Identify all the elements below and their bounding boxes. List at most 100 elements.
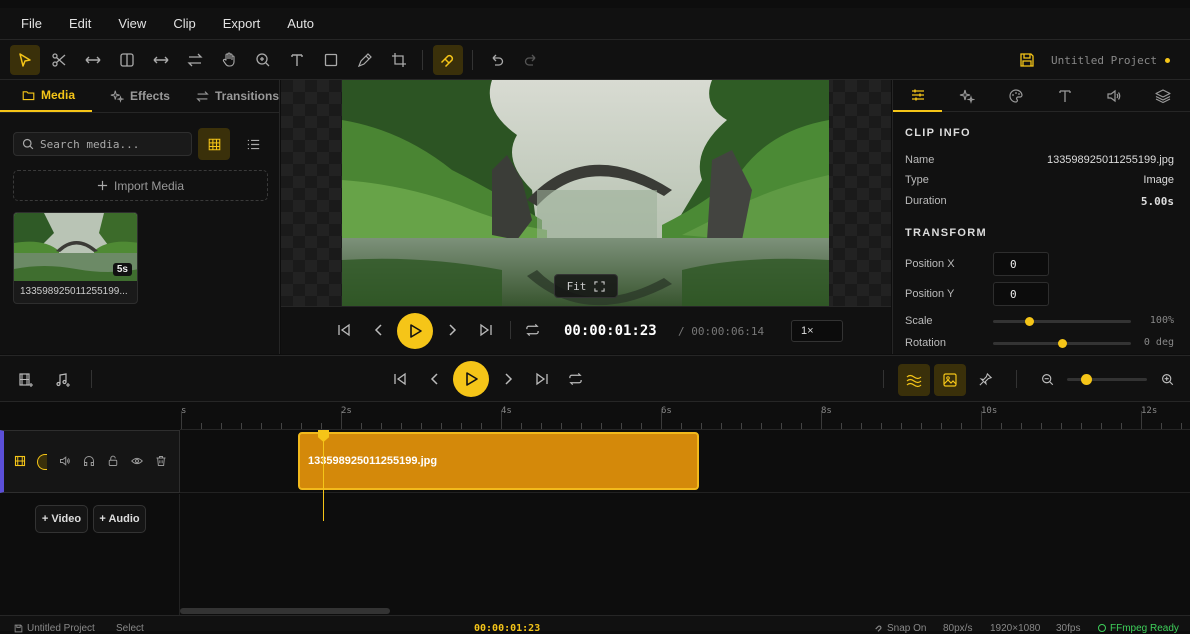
prev-frame-button[interactable] <box>372 323 386 337</box>
menu-auto[interactable]: Auto <box>287 16 314 31</box>
rotation-label: Rotation <box>905 337 946 349</box>
add-audio-button[interactable]: + Audio <box>93 505 146 533</box>
list-view-button[interactable] <box>237 128 269 160</box>
timeline-toolbar <box>0 355 1190 402</box>
slip-tool[interactable] <box>146 45 176 75</box>
magnet-tool[interactable] <box>433 45 463 75</box>
rotation-value: 0 deg <box>1143 337 1174 348</box>
position-y-input[interactable]: 0 <box>993 282 1049 306</box>
pen-tool[interactable] <box>350 45 380 75</box>
timeline-zoom-slider[interactable] <box>1067 374 1147 385</box>
speed-select[interactable]: 1× <box>791 320 843 342</box>
track-color-swatch[interactable] <box>37 454 47 470</box>
ruler-tick <box>1161 423 1162 429</box>
position-x-input[interactable]: 0 <box>993 252 1049 276</box>
thumbnails-toggle[interactable] <box>934 364 966 396</box>
swap-tool[interactable] <box>180 45 210 75</box>
timeline-ruler[interactable]: s 2s 4s 6s 8s 10s 12s <box>180 402 1190 430</box>
tab-layers[interactable] <box>1138 80 1187 112</box>
track-delete-button[interactable] <box>155 455 167 467</box>
ruler-tick <box>561 423 562 429</box>
track-volume-button[interactable] <box>59 455 71 467</box>
timeline-skip-end-button[interactable] <box>535 372 549 386</box>
timeline-clip[interactable]: 133598925011255199.jpg <box>298 432 699 490</box>
arrows-horizontal-icon <box>153 56 169 64</box>
redo-button[interactable] <box>516 45 546 75</box>
ruler-tick <box>281 423 282 429</box>
zoom-in-button[interactable] <box>1161 373 1174 386</box>
eye-icon <box>131 457 143 465</box>
timeline-zoom-handle[interactable] <box>1080 374 1092 385</box>
status-zoom: 80px/s <box>943 623 973 634</box>
preview-canvas[interactable]: Fit <box>281 80 891 306</box>
tab-media[interactable]: Media <box>0 80 92 112</box>
cut-tool[interactable] <box>44 45 74 75</box>
crop-tool[interactable] <box>384 45 414 75</box>
media-panel-tabs: Media Effects Transitions <box>0 80 279 113</box>
media-item[interactable]: 5s 133598925011255199... <box>13 212 138 304</box>
scale-slider-handle[interactable] <box>1025 317 1035 326</box>
text-tool[interactable] <box>282 45 312 75</box>
tab-adjust[interactable] <box>893 80 942 112</box>
undo-button[interactable] <box>482 45 512 75</box>
add-video-track-button[interactable] <box>18 372 34 388</box>
rotation-slider[interactable] <box>993 339 1131 348</box>
grid-icon <box>208 138 220 150</box>
hand-tool[interactable] <box>214 45 244 75</box>
redo-icon <box>524 54 536 66</box>
timeline-next-frame-button[interactable] <box>501 372 515 386</box>
image-icon <box>943 373 957 387</box>
track-lock-button[interactable] <box>107 455 119 467</box>
marker-button[interactable] <box>978 372 993 387</box>
add-video-button[interactable]: + Video <box>35 505 88 533</box>
loop-button[interactable] <box>525 323 540 337</box>
menu-bar: File Edit View Clip Export Auto <box>0 8 1190 40</box>
menu-view[interactable]: View <box>118 16 146 31</box>
import-media-button[interactable]: Import Media <box>13 170 268 201</box>
tab-transitions[interactable]: Transitions <box>170 80 279 112</box>
tab-effects[interactable]: Effects <box>92 80 170 112</box>
timeline-loop-button[interactable] <box>568 372 583 386</box>
grid-view-button[interactable] <box>198 128 230 160</box>
play-button[interactable] <box>397 313 433 349</box>
video-track[interactable]: 133598925011255199.jpg <box>180 430 1190 493</box>
timeline-skip-start-button[interactable] <box>393 372 407 386</box>
track-visibility-button[interactable] <box>131 455 143 467</box>
rotation-slider-handle[interactable] <box>1057 339 1067 348</box>
shape-tool[interactable] <box>316 45 346 75</box>
menu-edit[interactable]: Edit <box>69 16 91 31</box>
ruler-label: 10s <box>981 406 998 416</box>
ruler-tick <box>881 423 882 429</box>
timeline-play-button[interactable] <box>453 361 489 397</box>
next-frame-button[interactable] <box>445 323 459 337</box>
tab-transitions-label: Transitions <box>214 89 279 103</box>
menu-file[interactable]: File <box>21 16 42 31</box>
timeline-prev-frame-button[interactable] <box>428 372 442 386</box>
zoom-in-icon <box>1162 374 1174 386</box>
add-audio-track-button[interactable] <box>55 372 71 388</box>
playhead[interactable] <box>323 430 324 521</box>
menu-export[interactable]: Export <box>223 16 261 31</box>
waveform-toggle[interactable] <box>898 364 930 396</box>
trim-tool[interactable] <box>78 45 108 75</box>
timeline-horizontal-scrollbar[interactable] <box>180 608 390 614</box>
fit-button[interactable]: Fit <box>554 274 618 298</box>
zoom-out-button[interactable] <box>1041 373 1054 386</box>
tab-audio[interactable] <box>1089 80 1138 112</box>
menu-clip[interactable]: Clip <box>173 16 195 31</box>
search-input[interactable] <box>40 137 180 151</box>
zoom-tool[interactable] <box>248 45 278 75</box>
split-tool[interactable] <box>112 45 142 75</box>
select-tool[interactable] <box>10 45 40 75</box>
tab-text[interactable] <box>1040 80 1089 112</box>
skip-start-button[interactable] <box>337 323 351 337</box>
tab-effects-inspector[interactable] <box>942 80 991 112</box>
skip-end-button[interactable] <box>479 323 493 337</box>
ruler-tick <box>801 423 802 429</box>
status-resolution: 1920×1080 <box>990 623 1041 634</box>
scale-slider[interactable] <box>993 317 1131 326</box>
save-icon <box>1020 53 1034 67</box>
tab-color[interactable] <box>991 80 1040 112</box>
track-solo-button[interactable] <box>83 455 95 467</box>
save-button[interactable] <box>1019 52 1035 68</box>
